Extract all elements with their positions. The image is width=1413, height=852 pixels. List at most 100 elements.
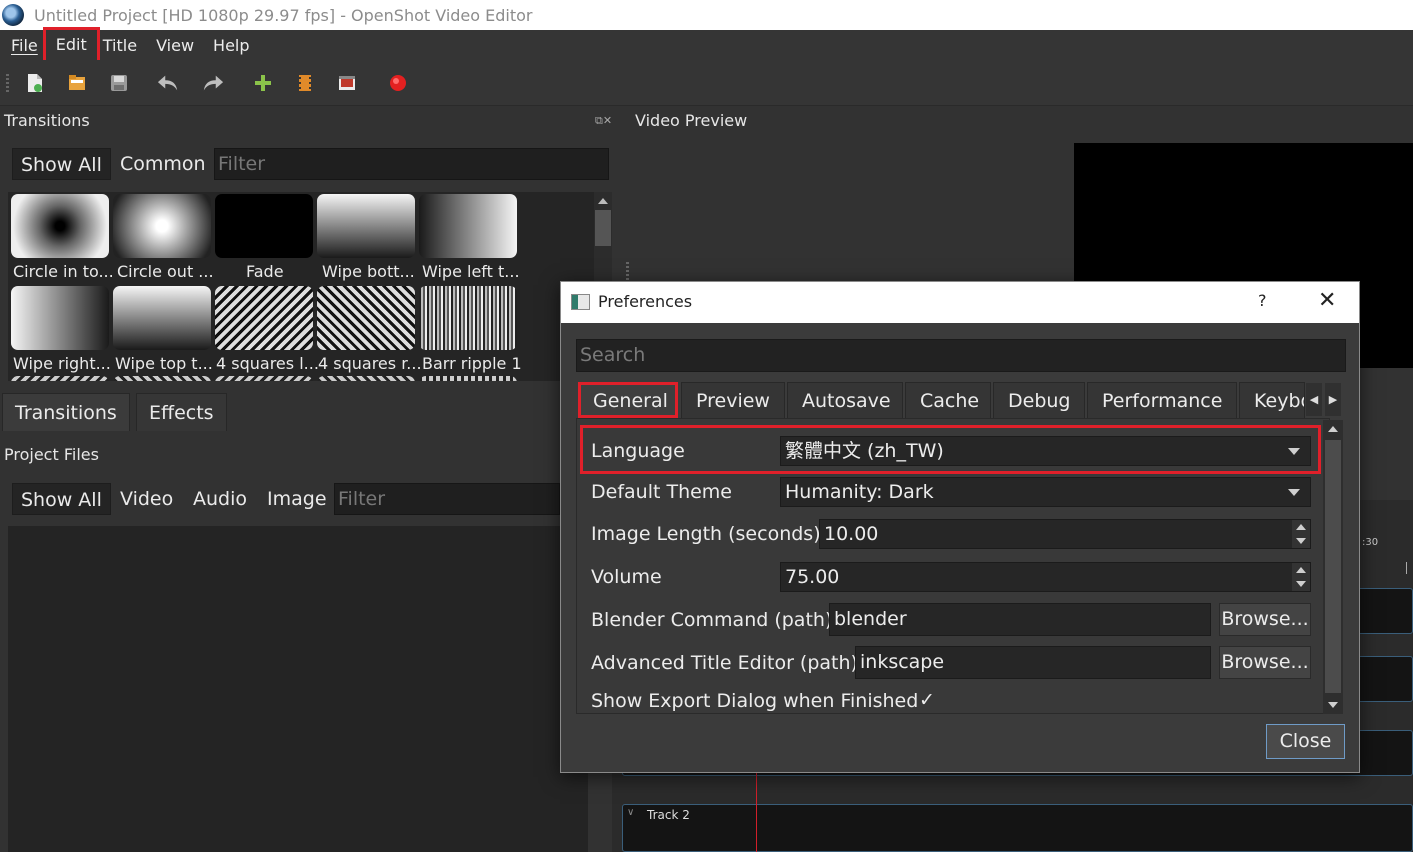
- menu-title[interactable]: Title: [97, 36, 145, 55]
- transitions-show-all-button[interactable]: Show All: [12, 148, 111, 180]
- tab-scroll-left-icon[interactable]: ◀: [1306, 383, 1322, 416]
- volume-label: Volume: [591, 566, 662, 588]
- files-video-button[interactable]: Video: [112, 483, 181, 515]
- tab-keyboard[interactable]: Keybo: [1239, 382, 1305, 418]
- project-files-list[interactable]: [8, 526, 588, 852]
- splitter-grip[interactable]: [626, 262, 629, 280]
- transition-thumb[interactable]: [11, 194, 109, 258]
- video-preview-title: Video Preview: [635, 111, 748, 130]
- fullscreen-icon[interactable]: [336, 72, 358, 94]
- dialog-titlebar: Preferences ? ✕: [561, 282, 1359, 323]
- chevron-down-icon: [1288, 489, 1300, 496]
- transition-thumb[interactable]: [419, 376, 517, 381]
- export-video-icon[interactable]: [387, 72, 409, 94]
- tab-preview[interactable]: Preview: [681, 382, 785, 418]
- files-image-button[interactable]: Image: [259, 483, 335, 515]
- scroll-down-icon[interactable]: [1328, 702, 1338, 708]
- transition-thumb[interactable]: [419, 286, 517, 350]
- spin-up-icon[interactable]: [1292, 520, 1310, 534]
- preferences-search-input[interactable]: Search: [576, 339, 1346, 372]
- language-value: 繁體中文 (zh_TW): [785, 440, 944, 462]
- transition-thumb[interactable]: [317, 194, 415, 258]
- timeline-playhead[interactable]: [756, 770, 757, 852]
- timeline-time-marker: :30: [1362, 537, 1379, 548]
- transitions-common-button[interactable]: Common: [112, 148, 214, 180]
- transition-label: Wipe top t...: [115, 354, 213, 373]
- transition-thumb[interactable]: [317, 286, 415, 350]
- dock-float-close-icon[interactable]: ⧉✕: [595, 114, 612, 128]
- menu-file[interactable]: File: [0, 36, 46, 55]
- main-toolbar: [0, 60, 1413, 106]
- menu-help[interactable]: Help: [202, 36, 257, 55]
- preferences-dialog: Preferences ? ✕ Search General Preview A…: [560, 281, 1360, 773]
- undo-icon[interactable]: [157, 72, 179, 94]
- transition-thumb[interactable]: [113, 286, 211, 350]
- general-settings-page: Language 繁體中文 (zh_TW) Default Theme Huma…: [576, 418, 1330, 714]
- scrollbar-thumb[interactable]: [1325, 440, 1341, 693]
- language-label: Language: [591, 440, 685, 462]
- dialog-title: Preferences: [598, 292, 693, 311]
- language-select[interactable]: 繁體中文 (zh_TW): [780, 436, 1311, 466]
- chevron-down-icon[interactable]: ∨: [627, 807, 634, 818]
- settings-scrollbar[interactable]: [1323, 420, 1343, 714]
- timeline-track-2[interactable]: ∨ Track 2: [622, 804, 1413, 852]
- transition-thumb[interactable]: [419, 194, 517, 258]
- transitions-panel-title: Transitions: [4, 111, 90, 130]
- dialog-help-button[interactable]: ?: [1258, 291, 1267, 310]
- dialog-close-icon[interactable]: ✕: [1318, 288, 1336, 313]
- transition-thumb[interactable]: [113, 194, 211, 258]
- files-show-all-button[interactable]: Show All: [12, 483, 111, 515]
- transition-thumb[interactable]: [215, 376, 313, 381]
- tab-debug[interactable]: Debug: [993, 382, 1085, 418]
- image-length-spinbox[interactable]: 10.00: [819, 519, 1311, 549]
- transition-thumb[interactable]: [215, 194, 313, 258]
- save-project-icon[interactable]: [108, 72, 130, 94]
- tab-cache[interactable]: Cache: [905, 382, 991, 418]
- preferences-window-icon: [571, 294, 590, 310]
- profile-icon[interactable]: [294, 72, 316, 94]
- tab-general[interactable]: General: [578, 382, 678, 418]
- transition-thumb[interactable]: [215, 286, 313, 350]
- redo-icon[interactable]: [202, 72, 224, 94]
- transitions-filter-input[interactable]: Filter: [214, 148, 609, 180]
- theme-select[interactable]: Humanity: Dark: [780, 477, 1311, 507]
- transition-label: Wipe left t...: [422, 262, 520, 281]
- volume-value: 75.00: [785, 566, 840, 588]
- spin-up-icon[interactable]: [1292, 563, 1310, 577]
- scroll-up-icon[interactable]: [1328, 426, 1338, 432]
- menu-edit[interactable]: Edit: [42, 27, 100, 63]
- tab-effects[interactable]: Effects: [136, 393, 227, 431]
- tab-transitions[interactable]: Transitions: [2, 393, 130, 431]
- image-length-label: Image Length (seconds): [591, 523, 821, 545]
- transition-label: Circle in to...: [13, 262, 114, 281]
- tab-autosave[interactable]: Autosave: [787, 382, 903, 418]
- menu-view[interactable]: View: [145, 36, 202, 55]
- blender-label: Blender Command (path): [591, 609, 833, 631]
- blender-path-input[interactable]: blender: [829, 603, 1211, 636]
- title-editor-browse-button[interactable]: Browse...: [1219, 646, 1311, 679]
- tab-performance[interactable]: Performance: [1087, 382, 1237, 418]
- volume-spinbox[interactable]: 75.00: [780, 562, 1311, 592]
- scrollbar-thumb[interactable]: [595, 210, 611, 246]
- spin-down-icon[interactable]: [1292, 577, 1310, 591]
- transition-label: Barr ripple 1: [422, 354, 522, 373]
- transition-thumb[interactable]: [113, 376, 211, 381]
- scroll-up-icon[interactable]: [598, 198, 608, 204]
- export-dialog-checkbox[interactable]: ✓: [919, 689, 935, 711]
- toolbar-grip[interactable]: [6, 74, 9, 92]
- tab-scroll-right-icon[interactable]: ▶: [1325, 383, 1341, 416]
- new-project-icon[interactable]: [24, 72, 46, 94]
- transition-thumb[interactable]: [11, 286, 109, 350]
- openshot-logo-icon: [2, 4, 24, 26]
- close-button[interactable]: Close: [1266, 724, 1345, 759]
- transition-label: Wipe right...: [13, 354, 111, 373]
- open-project-icon[interactable]: [66, 72, 88, 94]
- title-editor-path-input[interactable]: inkscape: [855, 646, 1211, 679]
- transition-thumb[interactable]: [317, 376, 415, 381]
- import-files-icon[interactable]: [252, 72, 274, 94]
- files-filter-input[interactable]: Filter: [334, 483, 560, 515]
- blender-browse-button[interactable]: Browse...: [1219, 603, 1311, 636]
- files-audio-button[interactable]: Audio: [185, 483, 255, 515]
- transition-thumb[interactable]: [11, 376, 109, 381]
- spin-down-icon[interactable]: [1292, 534, 1310, 548]
